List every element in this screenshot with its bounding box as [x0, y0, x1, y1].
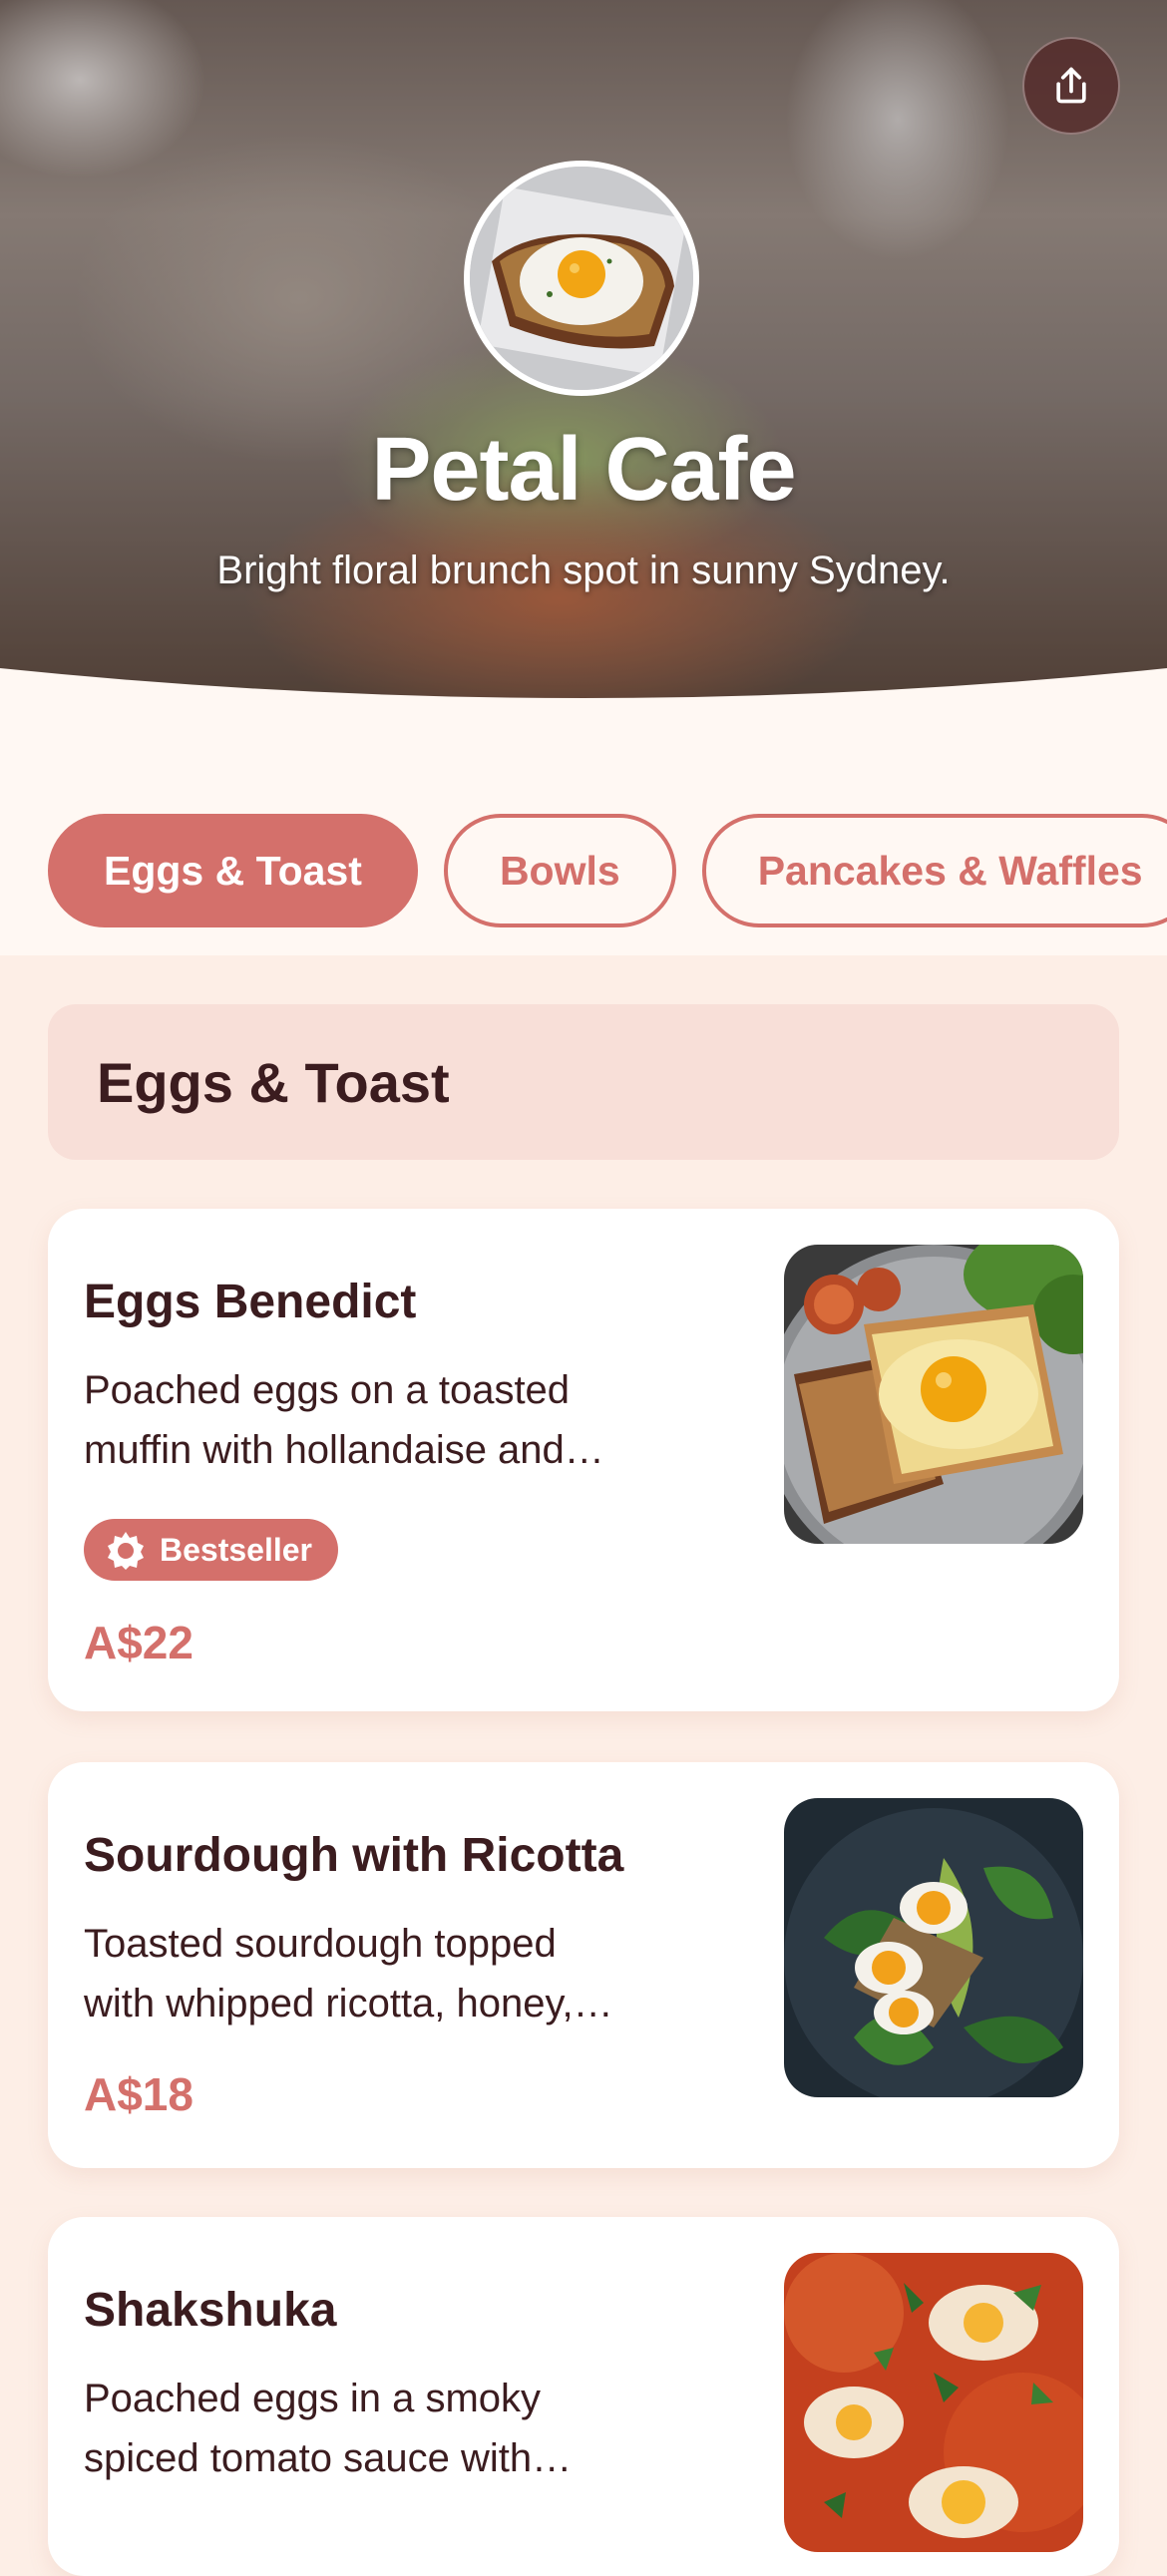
badge-star-icon — [106, 1530, 146, 1570]
menu-item-description: Poached eggs in a smoky spiced tomato sa… — [84, 2369, 662, 2488]
category-tabs: Eggs & Toast Bowls Pancakes & Waffles — [48, 814, 1167, 933]
description-line: muffin with hollandaise and… — [84, 1428, 604, 1472]
menu-item-description: Toasted sourdough topped with whipped ri… — [84, 1914, 662, 2033]
tab-eggs-toast[interactable]: Eggs & Toast — [48, 814, 418, 927]
menu-item-name: Sourdough with Ricotta — [84, 1829, 624, 1882]
cafe-avatar — [464, 161, 699, 396]
description-line: Poached eggs on a toasted — [84, 1368, 571, 1412]
menu-item-card[interactable]: Shakshuka Poached eggs in a smoky spiced… — [48, 2217, 1119, 2576]
menu-item-name: Eggs Benedict — [84, 1276, 417, 1328]
menu-item-name: Shakshuka — [84, 2284, 337, 2337]
cafe-name: Petal Cafe — [371, 420, 796, 520]
share-icon — [1056, 67, 1086, 104]
bestseller-badge: Bestseller — [84, 1519, 338, 1581]
tab-pancakes-waffles[interactable]: Pancakes & Waffles — [701, 814, 1167, 927]
description-line: Toasted sourdough topped — [84, 1922, 557, 1966]
menu-item-image — [784, 1245, 1083, 1544]
description-line: Poached eggs in a smoky — [84, 2377, 542, 2420]
menu-item-image — [784, 1798, 1083, 2097]
menu-item-price: A$18 — [84, 2068, 194, 2120]
badge-label: Bestseller — [160, 1531, 312, 1568]
cafe-tagline: Bright floral brunch spot in sunny Sydne… — [216, 549, 951, 592]
menu-item-card[interactable]: Eggs Benedict Poached eggs on a toasted … — [48, 1209, 1119, 1711]
description-line: with whipped ricotta, honey,… — [84, 1982, 613, 2025]
avatar-food-image — [470, 167, 693, 390]
section-title: Eggs & Toast — [97, 1050, 450, 1114]
share-button[interactable] — [1022, 37, 1120, 135]
menu-item-description: Poached eggs on a toasted muffin with ho… — [84, 1360, 662, 1480]
tab-bowls[interactable]: Bowls — [443, 814, 676, 927]
menu-item-image — [784, 2253, 1083, 2552]
menu-item-card[interactable]: Sourdough with Ricotta Toasted sourdough… — [48, 1762, 1119, 2168]
menu-item-price: A$22 — [84, 1617, 194, 1668]
section-header: Eggs & Toast — [48, 1004, 1119, 1160]
description-line: spiced tomato sauce with… — [84, 2436, 573, 2480]
